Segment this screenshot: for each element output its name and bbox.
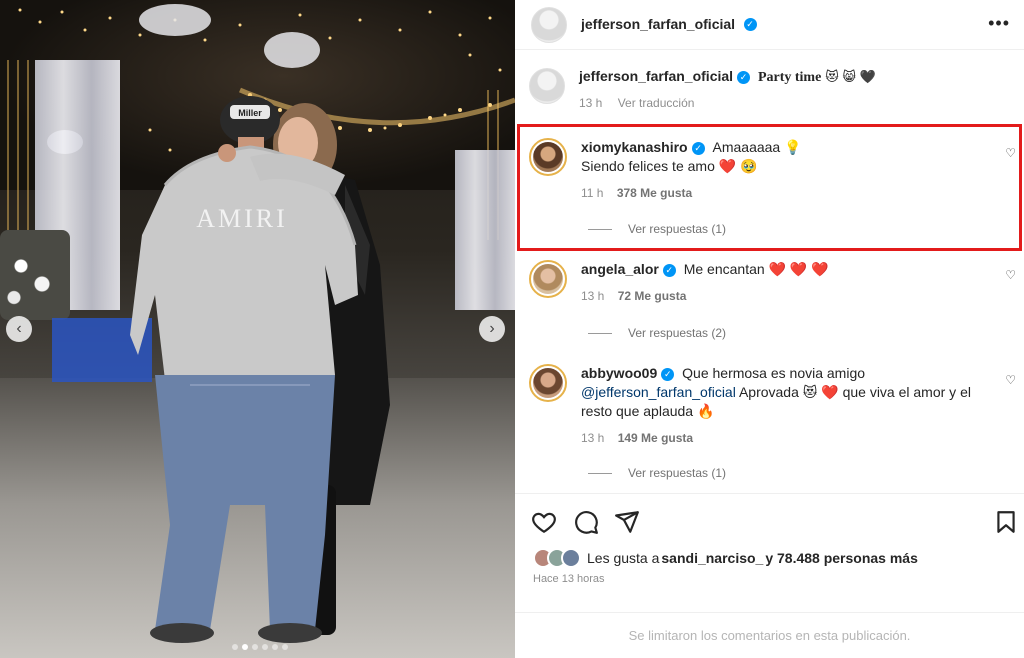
dancing-couple: Miller AMIRI xyxy=(130,96,390,643)
caption-text: Party time xyxy=(757,70,822,85)
comment-text-line3: resto que aplauda 🔥 xyxy=(581,403,715,419)
carousel-dot xyxy=(272,644,278,650)
comment-icon[interactable] xyxy=(573,509,599,535)
chevron-right-icon: › xyxy=(489,320,495,337)
right-curtain xyxy=(455,150,515,310)
comment-author[interactable]: angela_alor xyxy=(581,261,659,277)
post-caption: jefferson_farfan_oficial ✓ Party time 😻 😸… xyxy=(529,68,876,110)
carousel-dots xyxy=(232,644,288,650)
carousel-dot xyxy=(232,644,238,650)
comment-item: abbywoo09 ✓ Que hermosa es novia amigo @j… xyxy=(529,364,1009,448)
caption-time: 13 h xyxy=(579,96,603,110)
avatar[interactable] xyxy=(529,364,567,402)
comment-item: angela_alor ✓ Me encantan ❤️ ❤️ ❤️ 13 h 7… xyxy=(529,260,1009,306)
cap-text: Miller xyxy=(238,108,262,118)
mention-link[interactable]: @jefferson_farfan_oficial xyxy=(581,384,736,400)
post-author[interactable]: jefferson_farfan_oficial xyxy=(581,16,735,32)
next-photo-button[interactable]: › xyxy=(479,316,505,342)
comment-likes[interactable]: 149 Me gusta xyxy=(618,431,693,445)
avatar[interactable] xyxy=(561,548,581,568)
likes-user[interactable]: sandi_narciso_ xyxy=(661,550,763,566)
carousel-dot xyxy=(252,644,258,650)
replies-label: Ver respuestas (2) xyxy=(628,326,727,340)
bookmark-icon[interactable] xyxy=(993,509,1019,535)
verified-badge-icon: ✓ xyxy=(737,70,751,84)
heart-icon[interactable] xyxy=(531,509,557,535)
share-icon[interactable] xyxy=(614,509,640,535)
likes-prefix: Les gusta a xyxy=(587,550,660,566)
verified-badge-icon: ✓ xyxy=(743,17,757,31)
more-horizontal-icon[interactable]: ••• xyxy=(988,13,1010,34)
likes-summary: Les gusta a sandi_narciso_ y 78.488 pers… xyxy=(533,548,918,568)
post-time: Hace 13 horas xyxy=(533,573,605,585)
comment-author[interactable]: abbywoo09 xyxy=(581,365,657,381)
post-header: jefferson_farfan_oficial ✓ ••• xyxy=(515,0,1024,50)
avatar[interactable] xyxy=(531,6,567,43)
like-comment-heart-icon[interactable]: ♡ xyxy=(1005,373,1016,387)
prev-photo-button[interactable]: ‹ xyxy=(6,316,32,342)
translate-link[interactable]: Ver traducción xyxy=(618,96,695,110)
post-actions xyxy=(515,493,1024,553)
verified-badge-icon: ✓ xyxy=(662,263,676,277)
chevron-left-icon: ‹ xyxy=(16,320,22,337)
avatar[interactable] xyxy=(529,260,567,298)
likes-suffix[interactable]: y 78.488 personas más xyxy=(765,550,918,566)
comment-text: Que hermosa es novia amigo xyxy=(682,365,866,381)
caption-author[interactable]: jefferson_farfan_oficial xyxy=(579,68,733,84)
verified-badge-icon: ✓ xyxy=(661,367,675,381)
flower-arrangement xyxy=(0,230,70,320)
caption-emojis: 😻 😸 🖤 xyxy=(825,69,876,84)
comment-likes[interactable]: 72 Me gusta xyxy=(618,289,687,303)
comment-text-line2: Aprovada 😻 ❤️ que viva el amor y el xyxy=(735,384,971,400)
shirt-text: AMIRI xyxy=(196,204,288,233)
avatar[interactable] xyxy=(529,68,565,104)
comment-time: 13 h xyxy=(581,289,605,303)
highlight-box xyxy=(517,124,1022,251)
comments-panel: jefferson_farfan_oficial ✓ ••• jefferson… xyxy=(515,0,1024,658)
comments-limited-notice: Se limitaron los comentarios en esta pub… xyxy=(515,612,1024,658)
carousel-dot xyxy=(262,644,268,650)
replies-label: Ver respuestas (1) xyxy=(628,466,727,480)
liker-avatars xyxy=(533,548,581,568)
like-comment-heart-icon[interactable]: ♡ xyxy=(1005,268,1016,282)
carousel-dot xyxy=(242,644,248,650)
comment-time: 13 h xyxy=(581,431,605,445)
post-photo: Miller AMIRI ‹ › xyxy=(0,0,515,658)
view-replies-button[interactable]: Ver respuestas (2) xyxy=(588,326,726,340)
view-replies-button[interactable]: Ver respuestas (1) xyxy=(588,466,726,480)
comment-text: Me encantan ❤️ ❤️ ❤️ xyxy=(683,261,829,277)
carousel-dot xyxy=(282,644,288,650)
